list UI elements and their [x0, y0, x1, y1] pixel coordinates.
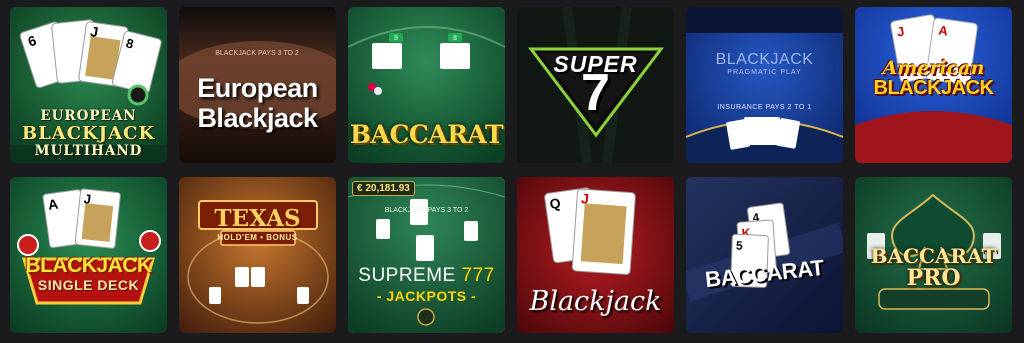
tile-title: European Blackjack	[179, 73, 336, 133]
svg-text:J: J	[581, 190, 590, 207]
title-line-1: European	[197, 73, 318, 103]
banker-score: 8	[453, 35, 457, 42]
tile-title: Blackjack	[529, 286, 662, 317]
title-line-2: BLACKJACK	[21, 123, 156, 144]
table-text: BLACKJACK PAYS 3 TO 2	[384, 207, 469, 214]
tile-title-line-2: HOLD'EM • BONUS	[217, 233, 298, 242]
game-tile-european-blackjack-multihand[interactable]: 6 J 8 EUROPEAN BLACKJACK MULTIHAND	[10, 7, 167, 163]
title-line-1: EUROPEAN	[40, 108, 137, 124]
tile-artwork	[348, 177, 505, 333]
game-tile-texas-holdem-bonus[interactable]: TEXAS HOLD'EM • BONUS	[179, 177, 336, 333]
game-grid: 6 J 8 EUROPEAN BLACKJACK MULTIHAND BLACK…	[10, 7, 1012, 333]
player-score: 9	[394, 35, 398, 42]
title-word-777: 777	[461, 265, 495, 286]
tile-title-line-1: BLACKJACK	[25, 254, 152, 277]
game-tile-blackjack-single-deck[interactable]: A J BLACKJACK SINGLE DECK	[10, 177, 167, 333]
game-tile-european-blackjack[interactable]: BLACKJACK PAYS 3 TO 2 European Blackjack	[179, 7, 336, 163]
tile-title: EUROPEAN BLACKJACK MULTIHAND	[10, 109, 167, 159]
game-tile-baccarat[interactable]: 9 8 BACCARAT	[348, 7, 505, 163]
tile-title: SUPREME 777	[348, 265, 505, 287]
tile-title-line-2: SINGLE DECK	[37, 277, 140, 293]
provider-label: PRAGMATIC PLAY	[727, 69, 802, 76]
tile-subtitle: - JACKPOTS -	[376, 288, 477, 304]
title-line-3: MULTIHAND	[34, 143, 143, 159]
game-tile-pragmatic-blackjack[interactable]: BLACKJACK PRAGMATIC PLAY INSURANCE PAYS …	[686, 7, 843, 163]
balance-badge: € 20,181.93	[352, 181, 415, 196]
svg-text:5: 5	[736, 238, 743, 252]
game-tile-super-7[interactable]: SUPER 7	[517, 7, 674, 163]
title-line-2: Blackjack	[197, 103, 318, 133]
title-word-supreme: SUPREME	[358, 265, 456, 286]
tile-title-line-2: 7	[581, 64, 610, 122]
tile-title-line-2: BLACKJACK	[873, 77, 994, 99]
tile-title-line-1: American	[882, 57, 985, 79]
game-tile-baccarat-pro[interactable]: BACCARAT PRO	[855, 177, 1012, 333]
table-text: BLACKJACK PAYS 3 TO 2	[215, 50, 299, 57]
tile-artwork	[179, 177, 336, 333]
game-tile-supreme-777-jackpots[interactable]: € 20,181.93 BLACKJACK PAYS 3 TO 2 SUPREM…	[348, 177, 505, 333]
tile-title-line-2: PRO	[906, 265, 961, 291]
tile-title: BACCARAT	[349, 120, 504, 149]
game-tile-blackjack[interactable]: Q J Blackjack	[517, 177, 674, 333]
table-text: INSURANCE PAYS 2 TO 1	[717, 104, 812, 111]
tile-title: BLACKJACK	[715, 51, 814, 68]
game-tile-baccarat-2[interactable]: 4 K 5 BACCARAT	[686, 177, 843, 333]
tile-artwork	[686, 7, 843, 163]
game-tile-american-blackjack[interactable]: J A American BLACKJACK	[855, 7, 1012, 163]
tile-title-line-1: TEXAS	[214, 205, 301, 232]
